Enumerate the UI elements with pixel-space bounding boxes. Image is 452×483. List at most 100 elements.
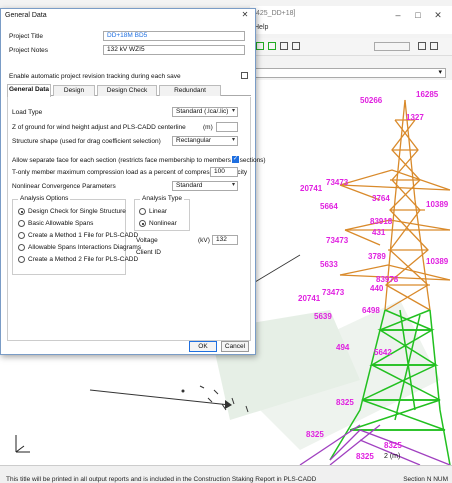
analysis-type-group: Analysis Type Linear Nonlinear [134, 195, 190, 231]
tower-label: 5642 [374, 348, 392, 357]
analysis-type-title: Analysis Type [140, 195, 184, 202]
option-label: Create a Method 1 File for PLS-CADD [28, 232, 139, 239]
z-ground-label: Z of ground for wind height adjust and P… [12, 124, 186, 131]
app-title: 425_DD+18] [256, 10, 296, 17]
analysis-type-label: Linear [149, 208, 168, 215]
tower-label: 73473 [326, 178, 349, 187]
ok-button[interactable]: OK [189, 341, 217, 352]
view-icon[interactable] [418, 42, 426, 50]
load-type-label: Load Type [12, 109, 43, 116]
tower-label: 8325 [384, 441, 402, 450]
radio-method-1[interactable] [18, 232, 25, 239]
toolbar [250, 38, 452, 56]
general-data-dialog: General Data ✕ Project Title DD+18M BD5 … [0, 8, 266, 355]
tower-label: 20741 [300, 184, 323, 193]
option-label: Basic Allowable Spans [28, 220, 94, 227]
load-type-select[interactable]: Standard (.lca/.lic) ▾ [172, 107, 238, 117]
save-icon[interactable] [256, 42, 264, 50]
tower-label: 494 [336, 343, 350, 352]
nonlinear-label: Nonlinear Convergence Parameters [12, 183, 116, 190]
analysis-type-label: Nonlinear [149, 220, 177, 227]
radio-basic-spans[interactable] [18, 220, 25, 227]
radio-interaction-diagrams[interactable] [18, 244, 25, 251]
tower-label: 10389 [426, 257, 449, 266]
separate-face-label: Allow separate face for each section (re… [12, 157, 266, 164]
dialog-title: General Data [5, 12, 47, 19]
tower-label: 83978 [376, 275, 399, 284]
project-title-input[interactable]: DD+18M BD5 [103, 31, 245, 41]
options-icon[interactable] [430, 42, 438, 50]
structure-shape-label: Structure shape (used for drag coefficie… [12, 138, 161, 145]
radio-single-structure[interactable] [18, 208, 25, 215]
minimize-icon[interactable]: – [390, 8, 406, 22]
status-text: This title will be printed in all output… [6, 476, 317, 483]
project-notes-input[interactable]: 132 kV WZI5 [103, 45, 245, 55]
radio-linear[interactable] [139, 208, 146, 215]
analysis-options-title: Analysis Options [18, 195, 71, 202]
project-notes-label: Project Notes [9, 47, 49, 54]
grid-icon[interactable] [268, 42, 276, 50]
tower-label: 73473 [322, 288, 345, 297]
tower-label: 6498 [362, 306, 380, 315]
cancel-button[interactable]: Cancel [221, 341, 249, 352]
axis-line [89, 389, 231, 406]
close-icon[interactable]: ✕ [430, 8, 446, 22]
tension-only-input[interactable]: 100 [210, 167, 238, 177]
radio-nonlinear[interactable] [139, 220, 146, 227]
tower-label: 3789 [368, 252, 386, 261]
project-title-label: Project Title [9, 33, 43, 40]
tab-redundant-members[interactable]: Redundant Members [159, 85, 221, 104]
app-titlebar: 425_DD+18] – □ ✕ [250, 6, 452, 24]
tower-label: 3764 [372, 194, 390, 203]
tower-label: 73473 [326, 236, 349, 245]
tower-label: 8325 [306, 430, 324, 439]
z-ground-unit: (m) [203, 124, 213, 131]
toolbar-dropdown[interactable] [374, 42, 410, 51]
z-ground-input[interactable] [216, 122, 238, 132]
voltage-input[interactable]: 132 [212, 235, 238, 245]
chevron-down-icon: ▾ [231, 182, 235, 188]
close-icon[interactable]: ✕ [235, 9, 255, 21]
tower-label: 5633 [320, 260, 338, 269]
add-icon[interactable] [292, 42, 300, 50]
tower-label: 10389 [426, 200, 449, 209]
tower-label: 431 [372, 228, 386, 237]
load-type-value: Standard (.lca/.lic) [176, 108, 229, 115]
chevron-down-icon: ▾ [231, 137, 235, 143]
tower-label: 5639 [314, 312, 332, 321]
view-select[interactable]: ▾ [250, 68, 446, 78]
tower-label: 50266 [360, 96, 383, 105]
structure-shape-value: Rectangular [176, 137, 212, 144]
status-bar: This title will be printed in all output… [0, 465, 452, 483]
option-label: Create a Method 2 File for PLS-CADD [28, 256, 139, 263]
tower-label: 16285 [416, 90, 439, 99]
tower-label: 1327 [406, 113, 424, 122]
tower-label: 83918 [370, 217, 393, 226]
nonlinear-value: Standard [176, 182, 203, 189]
nonlinear-select[interactable]: Standard ▾ [172, 181, 238, 191]
option-label: Design Check for Single Structure [28, 208, 126, 215]
pivot-point [181, 389, 185, 393]
menu-help[interactable]: Help [254, 24, 268, 31]
maximize-icon[interactable]: □ [410, 8, 426, 22]
client-id-label: Client ID [136, 249, 161, 256]
tower-label: 440 [370, 284, 384, 293]
chevron-down-icon: ▾ [231, 108, 235, 114]
tab-design-checks[interactable]: Design Checks [53, 85, 95, 104]
separate-face-checkbox[interactable] [232, 155, 239, 163]
radio-method-2[interactable] [18, 256, 25, 263]
print-icon[interactable] [280, 42, 288, 50]
tab-design-check-options[interactable]: Design Check Options [97, 85, 157, 104]
structure-shape-select[interactable]: Rectangular ▾ [172, 136, 238, 146]
chevron-down-icon: ▾ [438, 69, 442, 76]
menu-bar: Help [250, 24, 452, 34]
tower-label: 20741 [298, 294, 321, 303]
tower-label: 8325 [356, 452, 374, 461]
voltage-label: Voltage [136, 237, 158, 244]
voltage-unit: (kV) [198, 237, 210, 244]
tab-general-data[interactable]: General Data [7, 84, 51, 97]
auto-tracking-checkbox[interactable] [241, 72, 248, 79]
tower-label: 8325 [336, 398, 354, 407]
auto-tracking-label: Enable automatic project revision tracki… [9, 73, 181, 80]
tab-strip: General Data Design Checks Design Check … [7, 84, 251, 104]
